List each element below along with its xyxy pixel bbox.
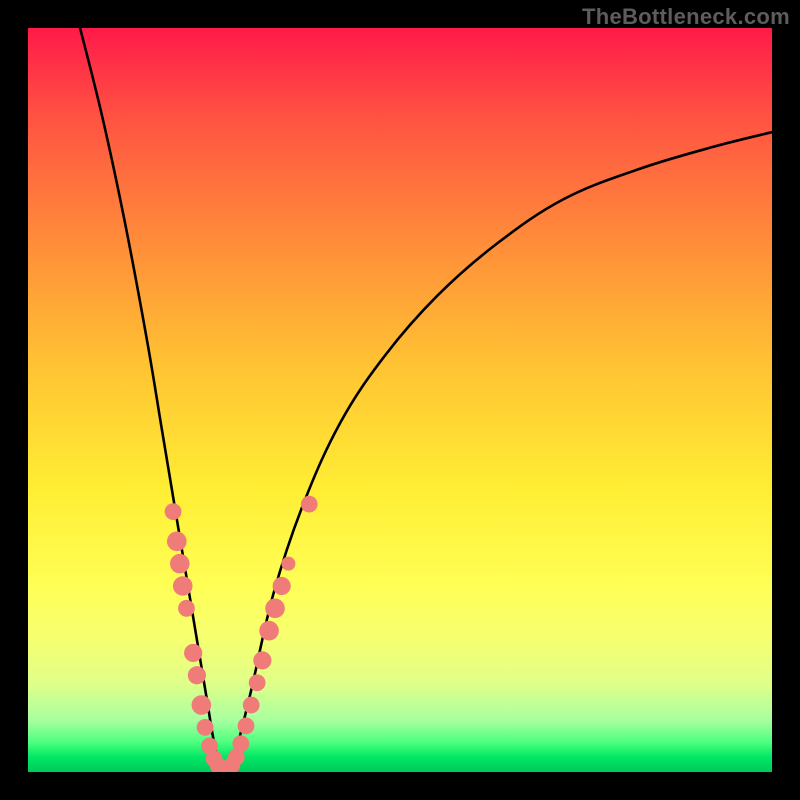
highlight-dot [238, 717, 255, 734]
chart-plot-area [28, 28, 772, 772]
highlight-dots-group [165, 496, 318, 772]
highlight-dot [173, 576, 193, 596]
highlight-dot [281, 557, 295, 571]
highlight-dot [265, 599, 285, 619]
highlight-dot [301, 496, 318, 513]
highlight-dot [170, 554, 190, 574]
highlight-dot [165, 503, 182, 520]
highlight-dot [197, 719, 214, 736]
bottleneck-curve-line [80, 28, 772, 772]
highlight-dot [188, 666, 206, 684]
highlight-dot [253, 651, 271, 669]
highlight-dot [192, 695, 212, 715]
highlight-dot [167, 532, 187, 552]
highlight-dot [232, 735, 249, 752]
highlight-dot [259, 621, 279, 641]
highlight-dot [184, 644, 202, 662]
watermark-text: TheBottleneck.com [582, 4, 790, 30]
highlight-dot [178, 600, 195, 617]
bottleneck-curve-svg [28, 28, 772, 772]
highlight-dot [243, 697, 260, 714]
highlight-dot [273, 577, 291, 595]
highlight-dot [249, 674, 266, 691]
